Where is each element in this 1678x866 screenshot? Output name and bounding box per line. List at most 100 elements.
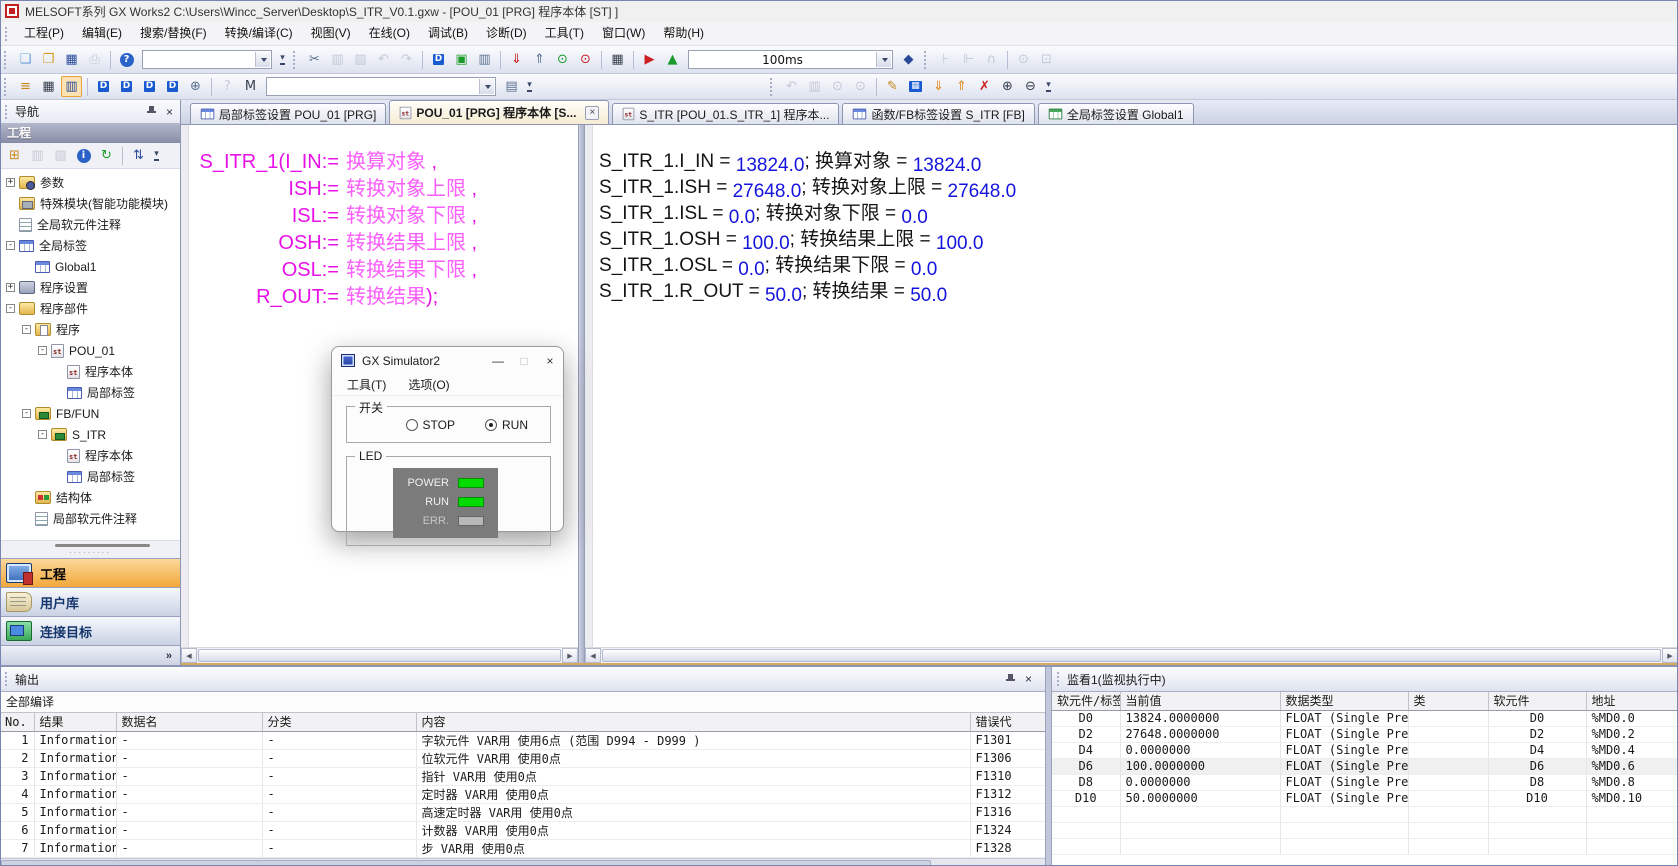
user-library-view-button[interactable]: 用户库 [0, 587, 180, 616]
output-column-header[interactable]: 错误代 [970, 713, 1045, 731]
output-column-header[interactable]: 内容 [416, 713, 970, 731]
tree-expander-icon[interactable]: - [38, 430, 47, 439]
zoom-out-button[interactable]: ⊖ [1020, 76, 1041, 97]
output-row[interactable]: 1 Information - - 字软元件 VAR用 使用6点 (范围 D99… [0, 731, 1045, 749]
menu-item[interactable]: 视图(V) [302, 22, 360, 45]
coil-button[interactable]: ∩ [981, 49, 1002, 70]
device-display-button[interactable]: D [93, 76, 114, 97]
output-column-header[interactable]: 结果 [34, 713, 116, 731]
watch-column-header[interactable]: 类 [1408, 692, 1488, 710]
tree-item-local-device-comment[interactable]: 局部软元件注释 [0, 508, 180, 529]
monitor-watch-button[interactable]: ⊙ [552, 49, 573, 70]
st-code-line[interactable]: R_OUT:= 转换结果 ); [197, 284, 578, 311]
toolbar-overflow-button[interactable]: ▾ [523, 77, 536, 97]
tree-item-global-device-comment[interactable]: 全局软元件注释 [0, 214, 180, 235]
close-panel-button[interactable]: × [1025, 673, 1032, 685]
tree-item-global1[interactable]: Global1 [0, 256, 180, 277]
sort-button[interactable]: ⇅ [128, 145, 149, 166]
close-button[interactable]: × [537, 354, 563, 368]
watch-column-header[interactable]: 当前值 [1120, 692, 1280, 710]
device-monitor-button[interactable]: ▥ [474, 49, 495, 70]
cross-reference-button[interactable]: ⊡ [1036, 49, 1057, 70]
menu-item[interactable]: 帮助(H) [654, 22, 713, 45]
stop-monitor-button[interactable]: ▲ [662, 49, 683, 70]
statement-display-button[interactable]: ▥ [804, 76, 825, 97]
panel-splitter[interactable] [1045, 667, 1052, 866]
paste-item-button[interactable]: ▧ [50, 145, 71, 166]
close-panel-button[interactable]: × [166, 106, 173, 118]
tree-item-program[interactable]: - 程序 [0, 319, 180, 340]
copy-item-button[interactable]: ▥ [27, 145, 48, 166]
simulator-menu-item[interactable]: 工具(T) [336, 376, 397, 393]
refresh-button[interactable]: ↻ [96, 145, 117, 166]
copy-button[interactable]: ▥ [327, 49, 348, 70]
read-from-plc-button[interactable]: ⇑ [529, 49, 550, 70]
comment-display-button[interactable]: ↶ [781, 76, 802, 97]
export-button[interactable]: ⇑ [951, 76, 972, 97]
pin-icon[interactable] [1005, 673, 1016, 686]
output-window-button[interactable]: ▥ [61, 76, 82, 97]
tab-pou01-program-body[interactable]: POU_01 [PRG] 程序本体 [S... × [389, 100, 609, 124]
tab-local-label-pou01[interactable]: 局部标签设置 POU_01 [PRG] × [190, 103, 386, 124]
navigation-window-button[interactable]: ≡ [15, 76, 36, 97]
open-project-button[interactable]: ❐ [38, 49, 59, 70]
scroll-thumb[interactable] [1, 860, 931, 866]
watch-row[interactable]: D6 100.0000000 FLOAT (Single Precision) … [1052, 758, 1678, 774]
tree-item-parameter[interactable]: + 参数 [0, 172, 180, 193]
note-search-button[interactable]: ⊙ [850, 76, 871, 97]
tree-item-pou[interactable]: - 程序部件 [0, 298, 180, 319]
menu-item[interactable]: 工具(T) [536, 22, 593, 45]
minimize-button[interactable]: — [485, 354, 511, 368]
output-row[interactable]: 4 Information - - 定时器 VAR用 使用0点 F1312 [0, 785, 1045, 803]
transfer-setup-button[interactable]: ◆ [898, 49, 919, 70]
menu-item[interactable]: 工程(P) [15, 22, 73, 45]
statement-search-button[interactable]: ⊙ [827, 76, 848, 97]
tab-sitr-program-body[interactable]: S_ITR [POU_01.S_ITR_1] 程序本... × [612, 103, 839, 124]
st-code-line[interactable]: ISH:= 转换对象上限 , [197, 176, 578, 203]
tree-expander-icon[interactable]: - [22, 325, 31, 334]
scan-time-combo[interactable]: 100ms [688, 50, 893, 69]
st-monitor-area[interactable]: S_ITR_1.I_IN = 13824.0; 换算对象 = 13824.0 S… [585, 125, 1678, 647]
delete-device-button[interactable]: ✗ [974, 76, 995, 97]
property-button[interactable]: i [73, 145, 94, 166]
connection-destination-view-button[interactable]: 连接目标 [0, 616, 180, 645]
new-project-button[interactable]: ❏ [15, 49, 36, 70]
simulator-button[interactable]: ▦ [607, 49, 628, 70]
tree-item-program-setting[interactable]: + 程序设置 [0, 277, 180, 298]
menu-item[interactable]: 搜索/替换(F) [131, 22, 216, 45]
watch-empty-row[interactable] [1052, 806, 1678, 822]
st-code-line[interactable]: S_ITR_1(I_IN:= 换算对象 , [197, 149, 578, 176]
zoom-in-button[interactable]: ⊕ [997, 76, 1018, 97]
tree-h-scrollbar[interactable] [0, 540, 180, 549]
watch-column-header[interactable]: 软元件 [1488, 692, 1586, 710]
tree-item-sitr[interactable]: - S_ITR [0, 424, 180, 445]
cut-button[interactable]: ✂ [304, 49, 325, 70]
redo-button[interactable]: ↷ [396, 49, 417, 70]
output-column-header[interactable]: 分类 [262, 713, 416, 731]
project-view-button[interactable]: 工程 [0, 558, 180, 587]
output-row[interactable]: 5 Information - - 高速定时器 VAR用 使用0点 F1316 [0, 803, 1045, 821]
context-help-button[interactable]: ? [217, 76, 238, 97]
element-selection-button[interactable]: ▦ [38, 76, 59, 97]
device-table-button[interactable]: D [116, 76, 137, 97]
watch-column-header[interactable]: 软元件/标签 [1052, 692, 1120, 710]
menu-item[interactable]: 在线(O) [360, 22, 419, 45]
st-code-line[interactable]: OSH:= 转换结果上限 , [197, 230, 578, 257]
watch-column-header[interactable]: 数据类型 [1280, 692, 1408, 710]
new-item-button[interactable]: ⊞ [4, 145, 25, 166]
import-button[interactable]: ⇓ [928, 76, 949, 97]
tree-item-pou01[interactable]: - POU_01 [0, 340, 180, 361]
find-button[interactable]: M [240, 76, 261, 97]
tree-expander-icon[interactable]: - [6, 241, 15, 250]
tree-expander-icon[interactable]: + [6, 178, 15, 187]
splitter-handle[interactable]: ········· [0, 549, 180, 558]
device-memory-button[interactable]: ▣ [451, 49, 472, 70]
output-row[interactable]: 6 Information - - 计数器 VAR用 使用0点 F1324 [0, 821, 1045, 839]
scroll-right-button[interactable]: ▶ [562, 648, 578, 663]
scroll-left-button[interactable]: ◀ [181, 648, 197, 663]
output-column-header[interactable]: No. [0, 713, 34, 731]
help-button[interactable]: ? [116, 49, 137, 70]
tab-global-label-global1[interactable]: 全局标签设置 Global1 × [1038, 103, 1194, 124]
watch-empty-row[interactable] [1052, 822, 1678, 838]
output-row[interactable]: 7 Information - - 步 VAR用 使用0点 F1328 [0, 839, 1045, 857]
